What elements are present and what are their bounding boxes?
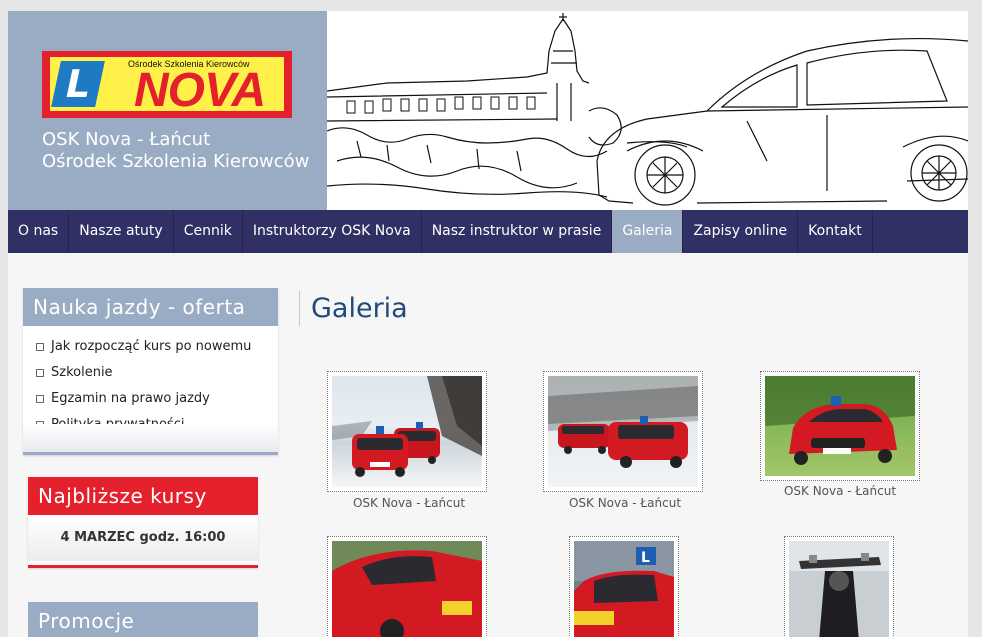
header: Ośrodek Szkolenia Kierowców NOVA L OSK N… [8, 11, 968, 210]
offer-list: Jak rozpocząć kurs po nowemu Szkolenie E… [23, 334, 278, 438]
gallery-thumb-3[interactable] [760, 371, 920, 481]
nav-kontakt[interactable]: Kontakt [798, 210, 873, 253]
offer-box-footer [23, 424, 278, 452]
svg-text:L: L [641, 550, 650, 566]
bullet-icon [36, 369, 44, 377]
winter-forest-photo [548, 376, 698, 468]
nav-o-nas[interactable]: O nas [8, 210, 70, 253]
motorcycle-photo [789, 541, 889, 637]
courses-box-title: Najbliższe kursy [28, 477, 258, 515]
gallery-photo [332, 376, 482, 487]
main-navigation: O nas Nasze atuty Cennik Instruktorzy OS… [8, 210, 968, 253]
gallery-photo [789, 541, 889, 637]
nav-cennik[interactable]: Cennik [174, 210, 243, 253]
gallery-thumb-4[interactable] [327, 536, 487, 637]
nav-galeria[interactable]: Galeria [612, 210, 684, 253]
bullet-icon [36, 395, 44, 403]
gallery-photo [765, 376, 915, 476]
courses-box: Najbliższe kursy 4 MARZEC godz. 16:00 [28, 477, 258, 568]
gallery-caption-2: OSK Nova - Łańcut [568, 496, 682, 510]
brand-panel: Ośrodek Szkolenia Kierowców NOVA L OSK N… [8, 11, 327, 210]
gallery-photo [548, 376, 698, 487]
promo-box: Promocje [28, 602, 258, 637]
offer-link-egzamin[interactable]: Egzamin na prawo jazdy [23, 386, 278, 412]
logo-name: NOVA [134, 64, 266, 117]
gallery-thumb-1[interactable] [327, 371, 487, 492]
site-title: OSK Nova - Łańcut Ośrodek Szkolenia Kier… [42, 129, 309, 173]
course-date: 4 MARZEC godz. 16:00 [28, 515, 258, 561]
page-title: Galeria [299, 291, 408, 326]
offer-link-szkolenie[interactable]: Szkolenie [23, 360, 278, 386]
offer-link-label: Egzamin na prawo jazdy [51, 391, 210, 406]
nav-nasze-atuty[interactable]: Nasze atuty [69, 210, 174, 253]
winter-road-photo [332, 376, 482, 477]
page: Ośrodek Szkolenia Kierowców NOVA L OSK N… [8, 11, 968, 637]
gallery-thumb-6[interactable] [784, 536, 894, 637]
offer-box-title: Nauka jazdy - oferta [23, 288, 278, 326]
nova-logo[interactable]: Ośrodek Szkolenia Kierowców NOVA L [42, 51, 292, 118]
promo-box-title: Promocje [28, 602, 258, 637]
nav-zapisy-online[interactable]: Zapisy online [683, 210, 799, 253]
offer-link-label: Jak rozpocząć kurs po nowemu [51, 339, 252, 354]
offer-link-label: Szkolenie [51, 365, 113, 380]
bullet-icon [36, 343, 44, 351]
nav-instruktorzy[interactable]: Instruktorzy OSK Nova [243, 210, 422, 253]
red-car-grass-photo [765, 376, 915, 465]
offer-box: Nauka jazdy - oferta Jak rozpocząć kurs … [23, 288, 278, 455]
gallery-photo [332, 541, 482, 637]
hero-sketch [327, 13, 968, 206]
hero-sketch-image [327, 11, 968, 210]
gallery-caption-3: OSK Nova - Łańcut [783, 484, 897, 498]
offer-link-jak-rozpoczac[interactable]: Jak rozpocząć kurs po nowemu [23, 334, 278, 360]
red-car-side-photo [332, 541, 482, 637]
gallery-thumb-2[interactable] [543, 371, 703, 492]
gallery-caption-1: OSK Nova - Łańcut [352, 496, 466, 510]
site-title-line2: Ośrodek Szkolenia Kierowców [42, 151, 310, 172]
gallery-photo: L [574, 541, 674, 637]
gallery-thumb-5[interactable]: L [569, 536, 679, 637]
red-car-sign-photo: L [574, 541, 674, 637]
nav-instruktor-w-prasie[interactable]: Nasz instruktor w prasie [422, 210, 613, 253]
site-title-line1: OSK Nova - Łańcut [42, 129, 211, 150]
